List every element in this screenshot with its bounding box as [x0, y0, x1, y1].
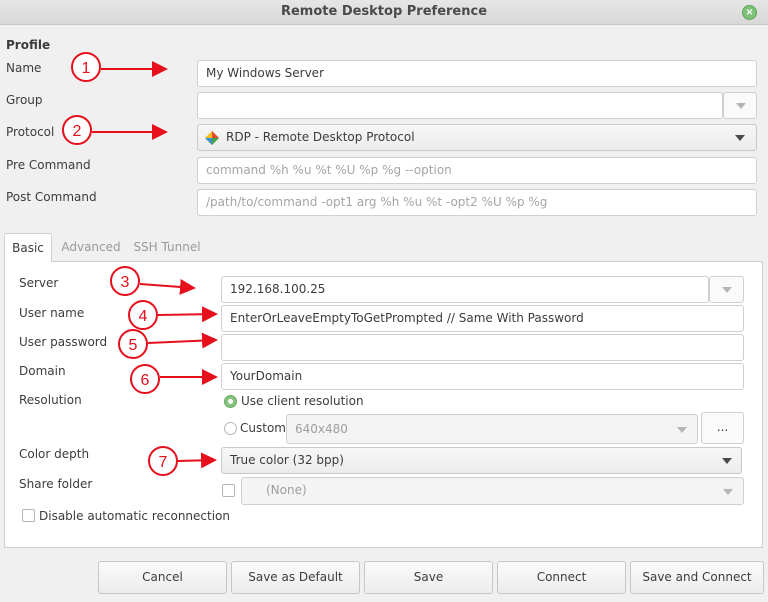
svg-text:3: 3 — [121, 274, 130, 291]
annotation-4: 4 — [128, 300, 218, 330]
svg-text:1: 1 — [82, 60, 91, 77]
svg-text:6: 6 — [141, 372, 150, 389]
svg-text:5: 5 — [129, 337, 138, 354]
annotation-6: 6 — [130, 364, 218, 394]
annotation-5: 5 — [118, 329, 218, 359]
svg-text:7: 7 — [159, 454, 168, 471]
svg-text:2: 2 — [73, 123, 82, 140]
annotation-7: 7 — [148, 446, 217, 476]
annotation-3: 3 — [110, 266, 196, 296]
annotation-2: 2 — [62, 115, 168, 145]
annotation-overlay: 1 2 3 4 5 6 7 — [62, 52, 218, 476]
annotation-1: 1 — [71, 52, 168, 82]
svg-text:4: 4 — [139, 308, 148, 325]
